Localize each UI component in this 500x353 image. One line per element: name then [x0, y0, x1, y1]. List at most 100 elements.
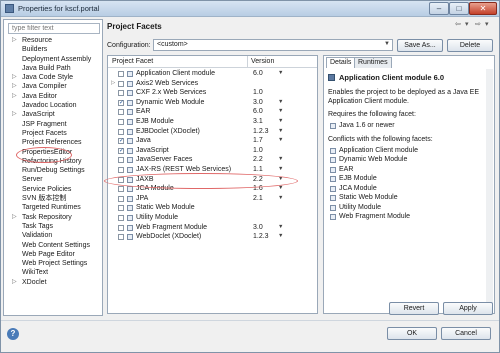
minimize-button[interactable]: –	[429, 2, 449, 15]
facet-row[interactable]: ✓ JavaScript 1.0	[108, 146, 317, 156]
nav-item[interactable]: Targeted Runtimes	[4, 203, 102, 212]
version-dropdown-icon[interactable]: ▼	[278, 117, 283, 127]
nav-item[interactable]: Task Tags	[4, 222, 102, 231]
facet-checkbox[interactable]	[118, 90, 124, 97]
version-dropdown-icon[interactable]: ▼	[278, 175, 283, 185]
facet-row[interactable]: JavaServer Faces 2.2 ▼	[108, 155, 317, 165]
nav-item[interactable]: ▷ Task Repository	[4, 213, 102, 222]
facet-checkbox[interactable]: ✓	[118, 138, 124, 145]
nav-item[interactable]: Builders	[4, 45, 102, 54]
facet-version[interactable]: 1.0	[253, 88, 263, 98]
save-as-button[interactable]: Save As...	[397, 39, 443, 52]
facet-checkbox[interactable]	[118, 176, 124, 183]
version-dropdown-icon[interactable]: ▼	[278, 184, 283, 194]
column-header-version[interactable]: Version	[251, 58, 274, 65]
nav-item[interactable]: ▷ Java Compiler	[4, 82, 102, 91]
nav-item[interactable]: Web Project Settings	[4, 259, 102, 268]
cancel-button[interactable]: Cancel	[441, 327, 491, 340]
facet-version[interactable]: 3.0	[253, 98, 263, 108]
nav-item[interactable]: Service Policies	[4, 185, 102, 194]
maximize-button[interactable]: □	[449, 2, 469, 15]
version-dropdown-icon[interactable]: ▼	[278, 223, 283, 233]
version-dropdown-icon[interactable]: ▼	[278, 127, 283, 137]
facet-row[interactable]: JAX-RS (REST Web Services) 1.1 ▼	[108, 165, 317, 175]
nav-item[interactable]: Web Content Settings	[4, 241, 102, 250]
facet-checkbox[interactable]	[118, 109, 124, 116]
facet-checkbox[interactable]: ✓	[118, 147, 124, 154]
apply-button[interactable]: Apply	[443, 302, 493, 315]
facet-row[interactable]: EAR 6.0 ▼	[108, 107, 317, 117]
expand-arrow-icon[interactable]: ▷	[12, 110, 17, 119]
facet-row[interactable]: Utility Module	[108, 213, 317, 223]
tab-details[interactable]: Details	[326, 57, 356, 68]
nav-item[interactable]: Javadoc Location	[4, 101, 102, 110]
nav-item[interactable]: PropertiesEditor	[4, 148, 102, 157]
facet-row[interactable]: EJBDoclet (XDoclet) 1.2.3 ▼	[108, 127, 317, 137]
facet-version[interactable]: 1.2.3	[253, 127, 269, 137]
facet-row[interactable]: JAXB 2.2 ▼	[108, 175, 317, 185]
nav-item[interactable]: ▷ Resource	[4, 36, 102, 45]
back-dropdown-icon[interactable]: ▾	[465, 20, 469, 28]
facet-row[interactable]: WebDoclet (XDoclet) 1.2.3 ▼	[108, 232, 317, 242]
filter-input[interactable]	[8, 23, 100, 34]
facet-row[interactable]: CXF 2.x Web Services 1.0	[108, 88, 317, 98]
nav-item[interactable]: Java Build Path	[4, 64, 102, 73]
facet-row[interactable]: JPA 2.1 ▼	[108, 194, 317, 204]
nav-item[interactable]: Project References	[4, 138, 102, 147]
expand-arrow-icon[interactable]: ▷	[12, 278, 17, 287]
facet-checkbox[interactable]	[118, 157, 124, 164]
facet-row[interactable]: ✓ Java 1.7 ▼	[108, 136, 317, 146]
nav-item[interactable]: Project Facets	[4, 129, 102, 138]
delete-button[interactable]: Delete	[447, 39, 493, 52]
facet-version[interactable]: 1.0	[253, 146, 263, 156]
ok-button[interactable]: OK	[387, 327, 437, 340]
facet-checkbox[interactable]	[118, 128, 124, 135]
column-header-facet[interactable]: Project Facet	[112, 58, 153, 65]
facet-version[interactable]: 1.7	[253, 136, 263, 146]
nav-item[interactable]: Server	[4, 175, 102, 184]
facet-version[interactable]: 3.1	[253, 117, 263, 127]
nav-item[interactable]: Web Page Editor	[4, 250, 102, 259]
expand-arrow-icon[interactable]: ▷	[12, 36, 17, 45]
facet-version[interactable]: 6.0	[253, 69, 263, 79]
facet-checkbox[interactable]	[118, 71, 124, 77]
version-dropdown-icon[interactable]: ▼	[278, 136, 283, 146]
expand-arrow-icon[interactable]: ▷	[12, 73, 17, 82]
facet-checkbox[interactable]	[118, 118, 124, 125]
facet-checkbox[interactable]	[118, 214, 124, 221]
expand-arrow-icon[interactable]: ▷	[12, 82, 17, 91]
tab-runtimes[interactable]: Runtimes	[354, 57, 392, 68]
facet-version[interactable]: 6.0	[253, 107, 263, 117]
forward-arrow-icon[interactable]: ⇨	[475, 20, 481, 28]
facet-row[interactable]: Static Web Module	[108, 203, 317, 213]
nav-item[interactable]: ▷ Java Editor	[4, 92, 102, 101]
version-dropdown-icon[interactable]: ▼	[278, 165, 283, 175]
version-dropdown-icon[interactable]: ▼	[278, 107, 283, 117]
facet-version[interactable]: 2.2	[253, 175, 263, 185]
version-dropdown-icon[interactable]: ▼	[278, 98, 283, 108]
version-dropdown-icon[interactable]: ▼	[278, 155, 283, 165]
help-icon[interactable]: ?	[7, 328, 19, 340]
facet-checkbox[interactable]	[118, 80, 124, 87]
facet-row[interactable]: JCA Module 1.6 ▼	[108, 184, 317, 194]
expand-arrow-icon[interactable]: ▷	[12, 213, 17, 222]
facet-checkbox[interactable]	[118, 234, 124, 241]
version-dropdown-icon[interactable]: ▼	[278, 232, 283, 242]
facet-row[interactable]: Application Client module 6.0 ▼	[108, 69, 317, 79]
version-dropdown-icon[interactable]: ▼	[278, 194, 283, 204]
facet-checkbox[interactable]	[118, 166, 124, 173]
facet-version[interactable]: 1.6	[253, 184, 263, 194]
facet-checkbox[interactable]	[118, 205, 124, 212]
facet-checkbox[interactable]	[118, 195, 124, 202]
facet-checkbox[interactable]	[118, 186, 124, 193]
facet-row[interactable]: ✓ Dynamic Web Module 3.0 ▼	[108, 98, 317, 108]
nav-item[interactable]: JSP Fragment	[4, 120, 102, 129]
facet-checkbox[interactable]: ✓	[118, 99, 124, 106]
nav-item[interactable]: SVN 版本控制	[4, 194, 102, 203]
expand-arrow-icon[interactable]: ▷	[12, 92, 17, 101]
forward-dropdown-icon[interactable]: ▾	[485, 20, 489, 28]
facet-version[interactable]: 3.0	[253, 223, 263, 233]
expand-arrow-icon[interactable]: ▷	[111, 79, 115, 89]
nav-item[interactable]: ▷ Java Code Style	[4, 73, 102, 82]
facet-version[interactable]: 1.2.3	[253, 232, 269, 242]
